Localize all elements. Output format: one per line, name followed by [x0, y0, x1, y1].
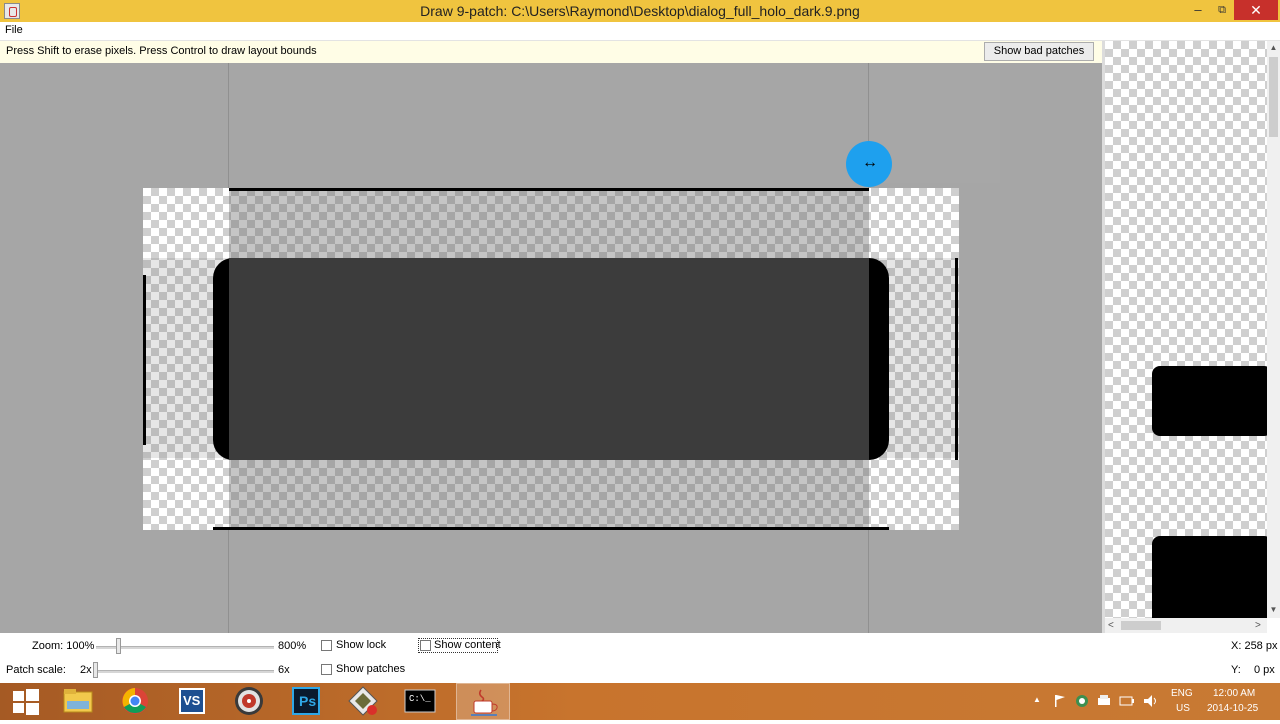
menu-file[interactable]: File [5, 24, 23, 36]
coord-y-label: Y: [1231, 664, 1241, 676]
hint-bar: Press Shift to erase pixels. Press Contr… [0, 41, 1102, 63]
nine-patch-image[interactable] [143, 188, 959, 530]
show-lock-label: Show lock [336, 639, 387, 651]
maximize-button[interactable]: ⧉ [1210, 0, 1234, 20]
scroll-thumb[interactable] [1121, 621, 1161, 630]
media-player-button[interactable] [222, 683, 276, 720]
show-content-checkbox[interactable] [420, 640, 431, 651]
show-lock-checkbox[interactable] [321, 640, 332, 651]
title-bar: Draw 9-patch: C:\Users\Raymond\Desktop\d… [0, 0, 1280, 22]
show-patches-checkbox[interactable] [321, 664, 332, 675]
show-patches-label: Show patches [336, 663, 406, 675]
patch-scale-min-label: 2x [80, 664, 92, 676]
coord-x-readout: X: 258 px [1231, 640, 1278, 652]
preview-horizontal-scrollbar[interactable]: < > [1105, 618, 1267, 633]
menu-bar: File [0, 22, 1280, 41]
resize-horizontal-icon: ↔ [862, 154, 878, 171]
patch-marker-left[interactable] [143, 275, 146, 445]
zoom-label: Zoom: 100% [32, 640, 95, 652]
preview-vertical-scrollbar[interactable]: ▲ ▼ [1267, 41, 1280, 618]
java-icon [471, 689, 498, 716]
zoom-slider-thumb[interactable] [116, 638, 121, 654]
volume-icon[interactable] [1142, 693, 1160, 709]
app-button[interactable] [336, 683, 390, 720]
windows-logo-icon [13, 689, 39, 715]
media-player-icon [235, 687, 263, 715]
patch-editor-canvas[interactable]: ↔ [0, 63, 1102, 633]
coord-y-value: 0 px [1254, 664, 1275, 676]
scroll-up-icon[interactable]: ▲ [1267, 41, 1280, 55]
zoom-slider-track[interactable] [96, 646, 274, 649]
photoshop-label: Ps [299, 693, 317, 709]
chrome-button[interactable] [108, 683, 162, 720]
java-button[interactable] [456, 683, 510, 720]
preview-shape [1152, 366, 1267, 436]
scroll-down-icon[interactable]: ▼ [1267, 603, 1280, 617]
hint-text: Press Shift to erase pixels. Press Contr… [6, 45, 317, 57]
controls-panel: Zoom: 100% 800% Patch scale: 2x 6x Show … [0, 633, 1280, 683]
start-button[interactable] [0, 683, 54, 720]
clock-time[interactable]: 12:00 AM [1213, 688, 1255, 699]
patch-marker-bottom[interactable] [213, 527, 889, 530]
tray-expand-icon[interactable]: ▲ [1033, 695, 1041, 704]
scroll-thumb[interactable] [1269, 57, 1278, 137]
patch-scale-max-label: 6x [278, 664, 290, 676]
language-top[interactable]: ENG [1171, 688, 1193, 699]
visual-studio-button[interactable]: VS [165, 683, 219, 720]
clock-date[interactable]: 2014-10-25 [1207, 703, 1258, 714]
file-explorer-button[interactable] [51, 683, 105, 720]
show-bad-patches-button[interactable]: Show bad patches [984, 42, 1094, 61]
language-bottom[interactable]: US [1176, 703, 1190, 714]
printer-icon[interactable] [1096, 693, 1112, 709]
command-prompt-button[interactable]: C:\_ [393, 683, 447, 720]
scroll-right-icon[interactable]: > [1255, 618, 1261, 633]
minimize-button[interactable]: – [1186, 0, 1210, 20]
cmd-label: C:\_ [409, 694, 431, 704]
flag-icon[interactable] [1052, 693, 1068, 709]
scroll-left-icon[interactable]: < [1108, 618, 1114, 633]
network-shield-icon[interactable] [1074, 693, 1090, 709]
zoom-max-label: 800% [278, 640, 307, 652]
show-content-label: Show content [434, 639, 501, 651]
patch-marker-right[interactable] [955, 258, 958, 460]
patch-marker-top[interactable] [229, 188, 869, 191]
close-button[interactable]: ✕ [1234, 0, 1278, 20]
folder-icon [63, 689, 93, 713]
window-title: Draw 9-patch: C:\Users\Raymond\Desktop\d… [420, 3, 860, 19]
dialog-stretch-overlay [229, 258, 869, 460]
power-icon[interactable] [1118, 693, 1136, 709]
android-monitor-icon [348, 686, 378, 716]
chrome-icon [122, 688, 148, 714]
photoshop-button[interactable]: Ps [279, 683, 333, 720]
patch-scale-label: Patch scale: [6, 664, 66, 676]
vs-label: VS [183, 693, 201, 708]
patch-scale-slider-track[interactable] [94, 670, 274, 673]
taskbar: VS Ps C:\_ ▲ ENG US 12:00 AM 2014-10-25 [0, 683, 1280, 720]
patch-scale-slider-thumb[interactable] [93, 662, 98, 678]
preview-pane [1105, 41, 1267, 618]
preview-shape [1152, 536, 1267, 618]
